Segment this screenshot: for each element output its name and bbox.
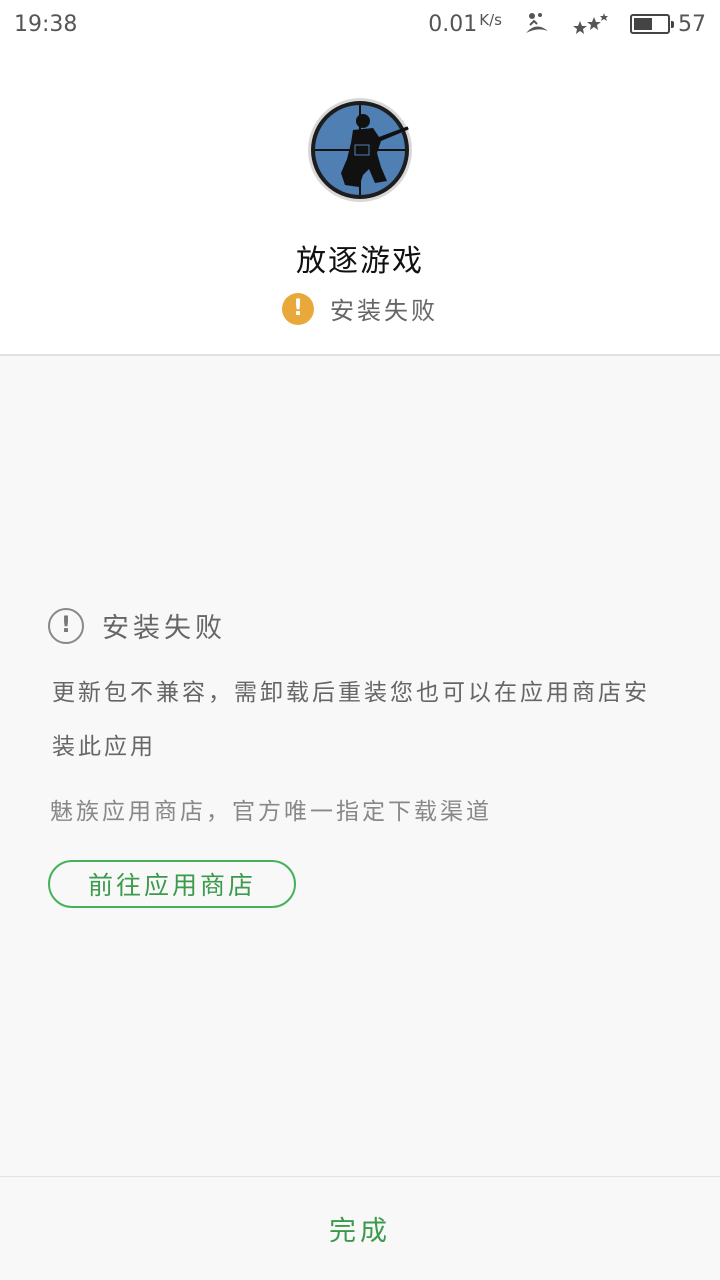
notification-stars-icon bbox=[573, 13, 608, 34]
network-speed-unit: K/s bbox=[479, 10, 502, 29]
alert-circle-icon: ! bbox=[48, 607, 84, 644]
install-status-row: ! 安装失败 bbox=[0, 291, 720, 326]
battery-fill bbox=[634, 18, 653, 30]
battery-level: 57 bbox=[678, 11, 706, 37]
status-time: 19:38 bbox=[14, 11, 78, 37]
footer-bar: 完成 bbox=[0, 1177, 720, 1280]
app-header: 放逐游戏 ! 安装失败 bbox=[0, 48, 720, 354]
error-title-row: ! 安装失败 bbox=[48, 606, 226, 645]
error-description: 更新包不兼容，需卸载后重装您也可以在应用商店安装此应用 bbox=[52, 680, 650, 760]
network-speed-value: 0.01 bbox=[428, 11, 478, 37]
store-note: 魅族应用商店，官方唯一指定下载渠道 bbox=[50, 799, 492, 825]
status-bar-right: 0.01 K/s 57 bbox=[428, 11, 706, 37]
error-title: 安装失败 bbox=[102, 613, 226, 644]
go-to-app-store-button[interactable]: 前往应用商店 bbox=[48, 860, 296, 908]
battery-icon bbox=[630, 14, 674, 34]
sniper-silhouette-app-icon bbox=[307, 97, 413, 203]
signal-activity-icon bbox=[526, 13, 548, 33]
done-button[interactable]: 完成 bbox=[289, 1199, 431, 1258]
install-result-screen: 19:38 0.01 K/s 57 放逐游戏 ! 安装失败 ! 安装失败 更新包… bbox=[0, 0, 720, 1280]
network-speed: 0.01 K/s bbox=[428, 10, 502, 37]
install-status-text: 安装失败 bbox=[330, 297, 438, 325]
error-details-panel: ! 安装失败 更新包不兼容，需卸载后重装您也可以在应用商店安装此应用 魅族应用商… bbox=[0, 356, 720, 1176]
warning-icon: ! bbox=[282, 292, 314, 325]
status-bar: 19:38 0.01 K/s 57 bbox=[0, 0, 720, 48]
app-name: 放逐游戏 bbox=[296, 244, 424, 279]
battery-indicator: 57 bbox=[630, 12, 706, 37]
